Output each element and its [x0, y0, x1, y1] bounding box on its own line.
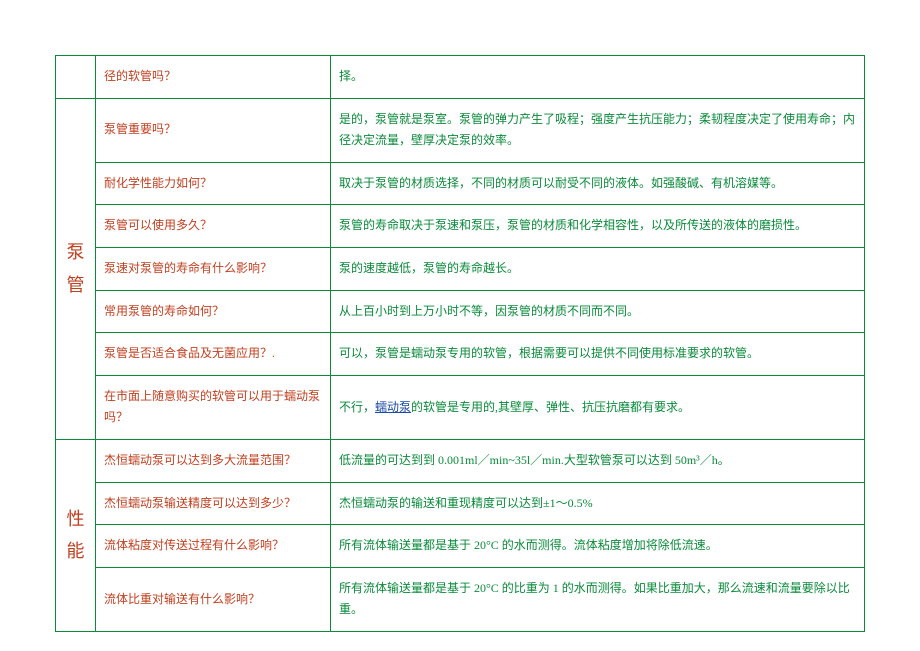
answer-text: 的软管是专用的,其壁厚、弹性、抗压抗磨都有要求。 — [411, 400, 690, 414]
question-cell: 泵管可以使用多久？ — [96, 205, 331, 248]
answer-cell: 泵的速度越低，泵管的寿命越长。 — [331, 247, 865, 290]
question-cell: 径的软管吗？ — [96, 56, 331, 99]
answer-cell: 择。 — [331, 56, 865, 99]
table-row: 常用泵管的寿命如何？从上百小时到上万小时不等，因泵管的材质不同而不同。 — [56, 290, 865, 333]
table-row: 泵管可以使用多久？泵管的寿命取决于泵速和泵压，泵管的材质和化学相容性，以及所传送… — [56, 205, 865, 248]
category-cell: 泵管 — [56, 98, 96, 439]
answer-link[interactable]: 蠕动泵 — [375, 400, 411, 414]
table-row: 性能杰恒蠕动泵可以达到多大流量范围？低流量的可达到到 0.001ml／min~3… — [56, 439, 865, 482]
answer-cell: 不行，蠕动泵的软管是专用的,其壁厚、弹性、抗压抗磨都有要求。 — [331, 375, 865, 439]
question-cell: 泵管重要吗？ — [96, 98, 331, 162]
question-cell: 泵速对泵管的寿命有什么影响？ — [96, 247, 331, 290]
table-row: 泵管是否适合食品及无菌应用？.可以，泵管是蠕动泵专用的软管，根据需要可以提供不同… — [56, 333, 865, 376]
table-row: 泵速对泵管的寿命有什么影响？泵的速度越低，泵管的寿命越长。 — [56, 247, 865, 290]
answer-cell: 杰恒蠕动泵的输送和重现精度可以达到±1～0.5% — [331, 482, 865, 525]
answer-cell: 低流量的可达到到 0.001ml／min~35l／min.大型软管泵可以达到 5… — [331, 439, 865, 482]
table-row: 流体比重对输送有什么影响？所有流体输送量都是基于 20°C 的比重为 1 的水而… — [56, 567, 865, 631]
answer-cell: 从上百小时到上万小时不等，因泵管的材质不同而不同。 — [331, 290, 865, 333]
table-row: 杰恒蠕动泵输送精度可以达到多少？杰恒蠕动泵的输送和重现精度可以达到±1～0.5% — [56, 482, 865, 525]
question-cell: 常用泵管的寿命如何？ — [96, 290, 331, 333]
table-row: 泵管泵管重要吗？是的，泵管就是泵室。泵管的弹力产生了吸程；强度产生抗压能力；柔韧… — [56, 98, 865, 162]
question-cell: 杰恒蠕动泵输送精度可以达到多少？ — [96, 482, 331, 525]
category-cell: 性能 — [56, 439, 96, 631]
answer-cell: 是的，泵管就是泵室。泵管的弹力产生了吸程；强度产生抗压能力；柔韧程度决定了使用寿… — [331, 98, 865, 162]
question-cell: 耐化学性能力如何？ — [96, 162, 331, 205]
question-cell: 流体比重对输送有什么影响？ — [96, 567, 331, 631]
answer-text: 不行， — [339, 400, 375, 414]
question-cell: 杰恒蠕动泵可以达到多大流量范围？ — [96, 439, 331, 482]
category-cell — [56, 56, 96, 99]
question-cell: 泵管是否适合食品及无菌应用？. — [96, 333, 331, 376]
answer-cell: 可以，泵管是蠕动泵专用的软管，根据需要可以提供不同使用标准要求的软管。 — [331, 333, 865, 376]
answer-cell: 取决于泵管的材质选择，不同的材质可以耐受不同的液体。如强酸碱、有机溶媒等。 — [331, 162, 865, 205]
table-row: 流体粘度对传送过程有什么影响？所有流体输送量都是基于 20°C 的水而测得。流体… — [56, 525, 865, 568]
table-row: 耐化学性能力如何？取决于泵管的材质选择，不同的材质可以耐受不同的液体。如强酸碱、… — [56, 162, 865, 205]
table-row: 径的软管吗？择。 — [56, 56, 865, 99]
answer-cell: 所有流体输送量都是基于 20°C 的比重为 1 的水而测得。如果比重加大，那么流… — [331, 567, 865, 631]
answer-cell: 泵管的寿命取决于泵速和泵压，泵管的材质和化学相容性，以及所传送的液体的磨损性。 — [331, 205, 865, 248]
table-row: 在市面上随意购买的软管可以用于蠕动泵吗？不行，蠕动泵的软管是专用的,其壁厚、弹性… — [56, 375, 865, 439]
question-cell: 在市面上随意购买的软管可以用于蠕动泵吗？ — [96, 375, 331, 439]
faq-table: 径的软管吗？择。泵管泵管重要吗？是的，泵管就是泵室。泵管的弹力产生了吸程；强度产… — [55, 55, 865, 632]
answer-cell: 所有流体输送量都是基于 20°C 的水而测得。流体粘度增加将除低流速。 — [331, 525, 865, 568]
question-cell: 流体粘度对传送过程有什么影响？ — [96, 525, 331, 568]
